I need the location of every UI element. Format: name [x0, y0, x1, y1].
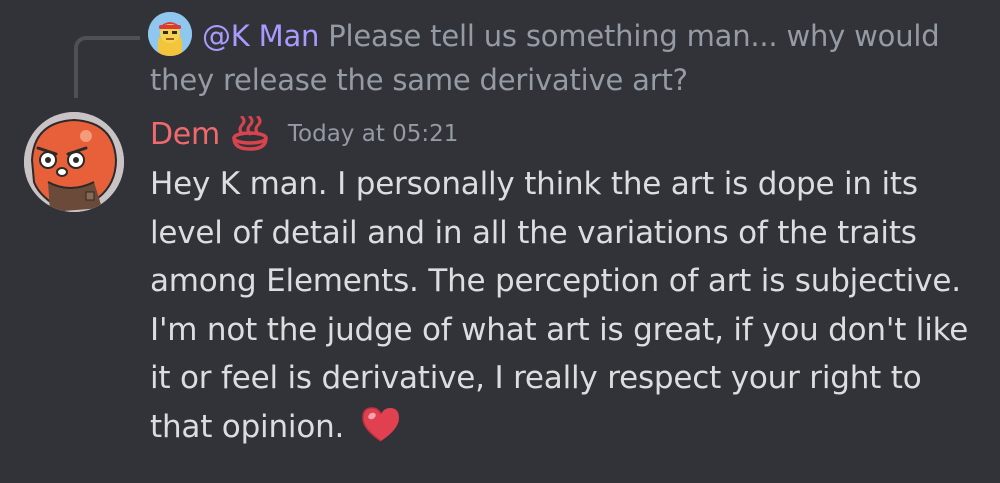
chat-message: @K Man Please tell us something man... w… — [0, 0, 1000, 483]
hot-springs-icon[interactable] — [230, 115, 270, 152]
reply-connector — [74, 36, 140, 98]
reply-author-mention[interactable]: @K Man — [202, 19, 319, 53]
message-content: Hey K man. I personally think the art is… — [150, 160, 980, 451]
author-avatar[interactable] — [24, 112, 124, 212]
message-header: Dem Today at 05:21 — [150, 111, 458, 157]
heart-emoji-icon[interactable] — [360, 405, 402, 443]
reply-preview[interactable]: @K Man Please tell us something man... w… — [150, 14, 940, 102]
message-timestamp[interactable]: Today at 05:21 — [288, 121, 459, 147]
author-name[interactable]: Dem — [150, 117, 220, 152]
message-text: Hey K man. I personally think the art is… — [150, 166, 969, 445]
